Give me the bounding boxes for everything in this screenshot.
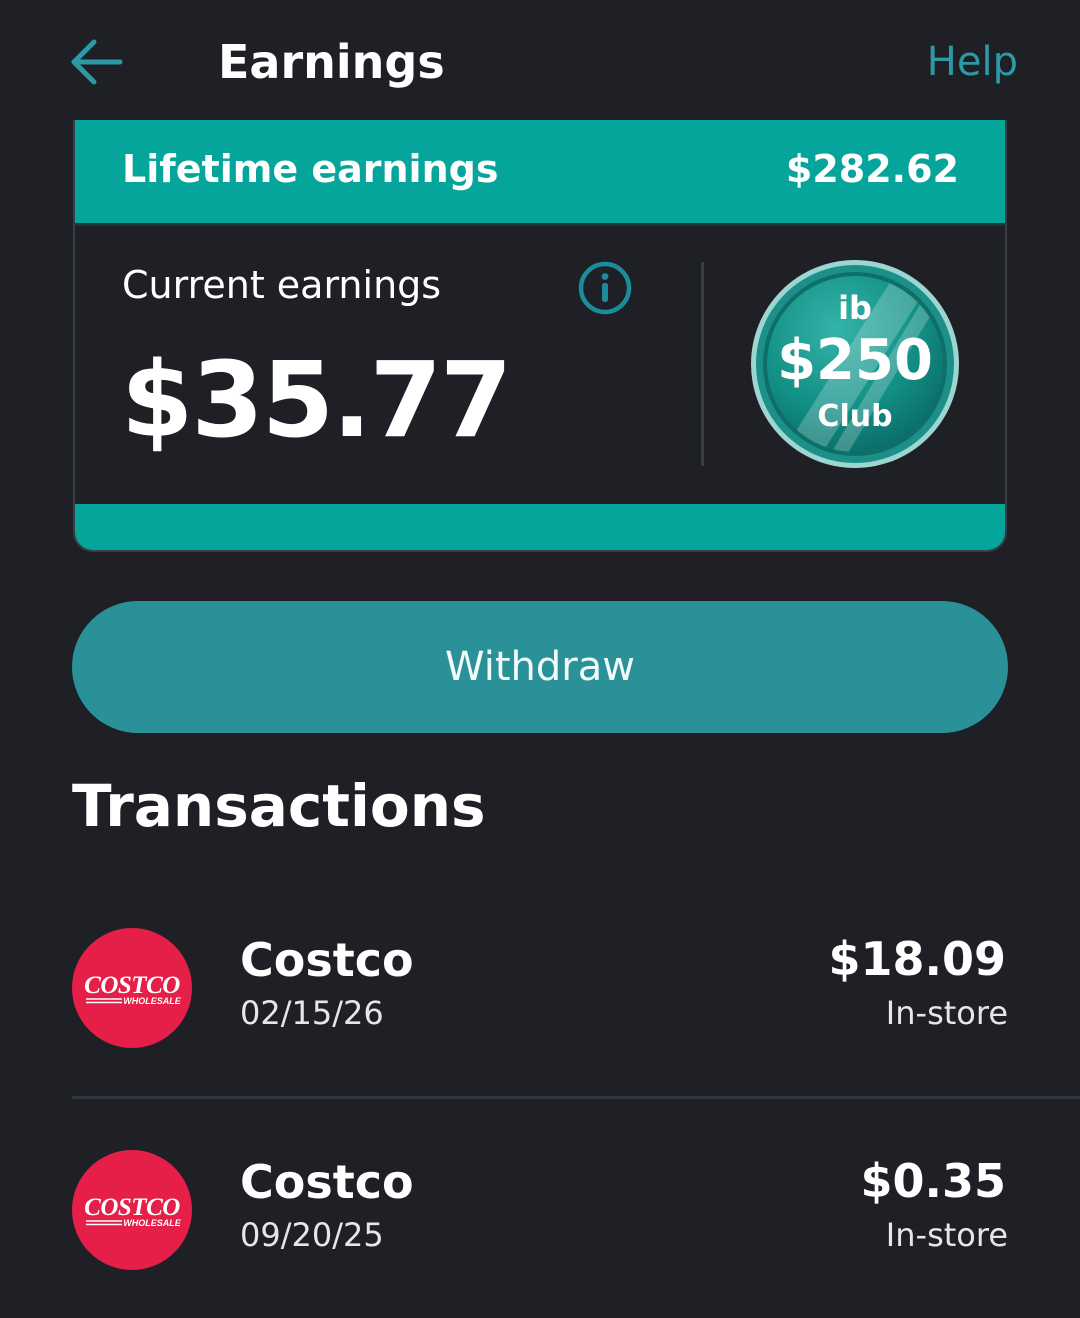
card-divider <box>701 262 704 466</box>
help-link[interactable]: Help <box>927 34 1018 90</box>
lifetime-earnings-bar: Lifetime earnings $282.62 <box>75 120 1005 226</box>
lifetime-earnings-value: $282.62 <box>785 147 959 191</box>
info-icon[interactable] <box>577 260 633 316</box>
svg-text:COSTCO: COSTCO <box>84 972 180 999</box>
current-earnings-value: $35.77 <box>121 339 512 461</box>
page-title: Earnings <box>218 35 445 89</box>
transaction-merchant: Costco <box>240 1155 414 1209</box>
transactions-heading: Transactions <box>72 772 486 840</box>
transaction-amount: $0.35 <box>860 1154 1006 1208</box>
svg-text:COSTCO: COSTCO <box>84 1194 180 1221</box>
transaction-merchant: Costco <box>240 933 414 987</box>
costco-logo: COSTCO WHOLESALE <box>72 1150 192 1270</box>
club-badge-amount: $250 <box>777 328 933 393</box>
club-badge-brand: ib <box>838 289 872 327</box>
earnings-card: Lifetime earnings $282.62 Current earnin… <box>73 120 1007 552</box>
club-badge-label: Club <box>817 399 893 434</box>
transaction-type: In-store <box>885 994 1008 1032</box>
transaction-row[interactable]: COSTCO WHOLESALE Costco 09/20/25 $0.35 I… <box>72 1122 1080 1302</box>
lifetime-earnings-label: Lifetime earnings <box>122 147 499 191</box>
transaction-date: 09/20/25 <box>240 1216 384 1254</box>
svg-text:WHOLESALE: WHOLESALE <box>123 1218 181 1228</box>
svg-text:WHOLESALE: WHOLESALE <box>123 996 181 1006</box>
transaction-divider <box>72 1096 1080 1099</box>
current-earnings-label: Current earnings <box>122 263 442 307</box>
withdraw-button[interactable]: Withdraw <box>72 601 1008 733</box>
transaction-date: 02/15/26 <box>240 994 384 1032</box>
app-header: Earnings Help <box>0 0 1080 120</box>
card-progress-bar <box>75 504 1005 550</box>
arrow-left-icon <box>71 39 123 85</box>
transaction-amount: $18.09 <box>828 932 1006 986</box>
transaction-row[interactable]: COSTCO WHOLESALE Costco 02/15/26 $18.09 … <box>72 900 1080 1080</box>
back-button[interactable] <box>66 32 126 92</box>
club-badge: ib $250 Club <box>749 258 961 470</box>
costco-logo: COSTCO WHOLESALE <box>72 928 192 1048</box>
transaction-type: In-store <box>885 1216 1008 1254</box>
